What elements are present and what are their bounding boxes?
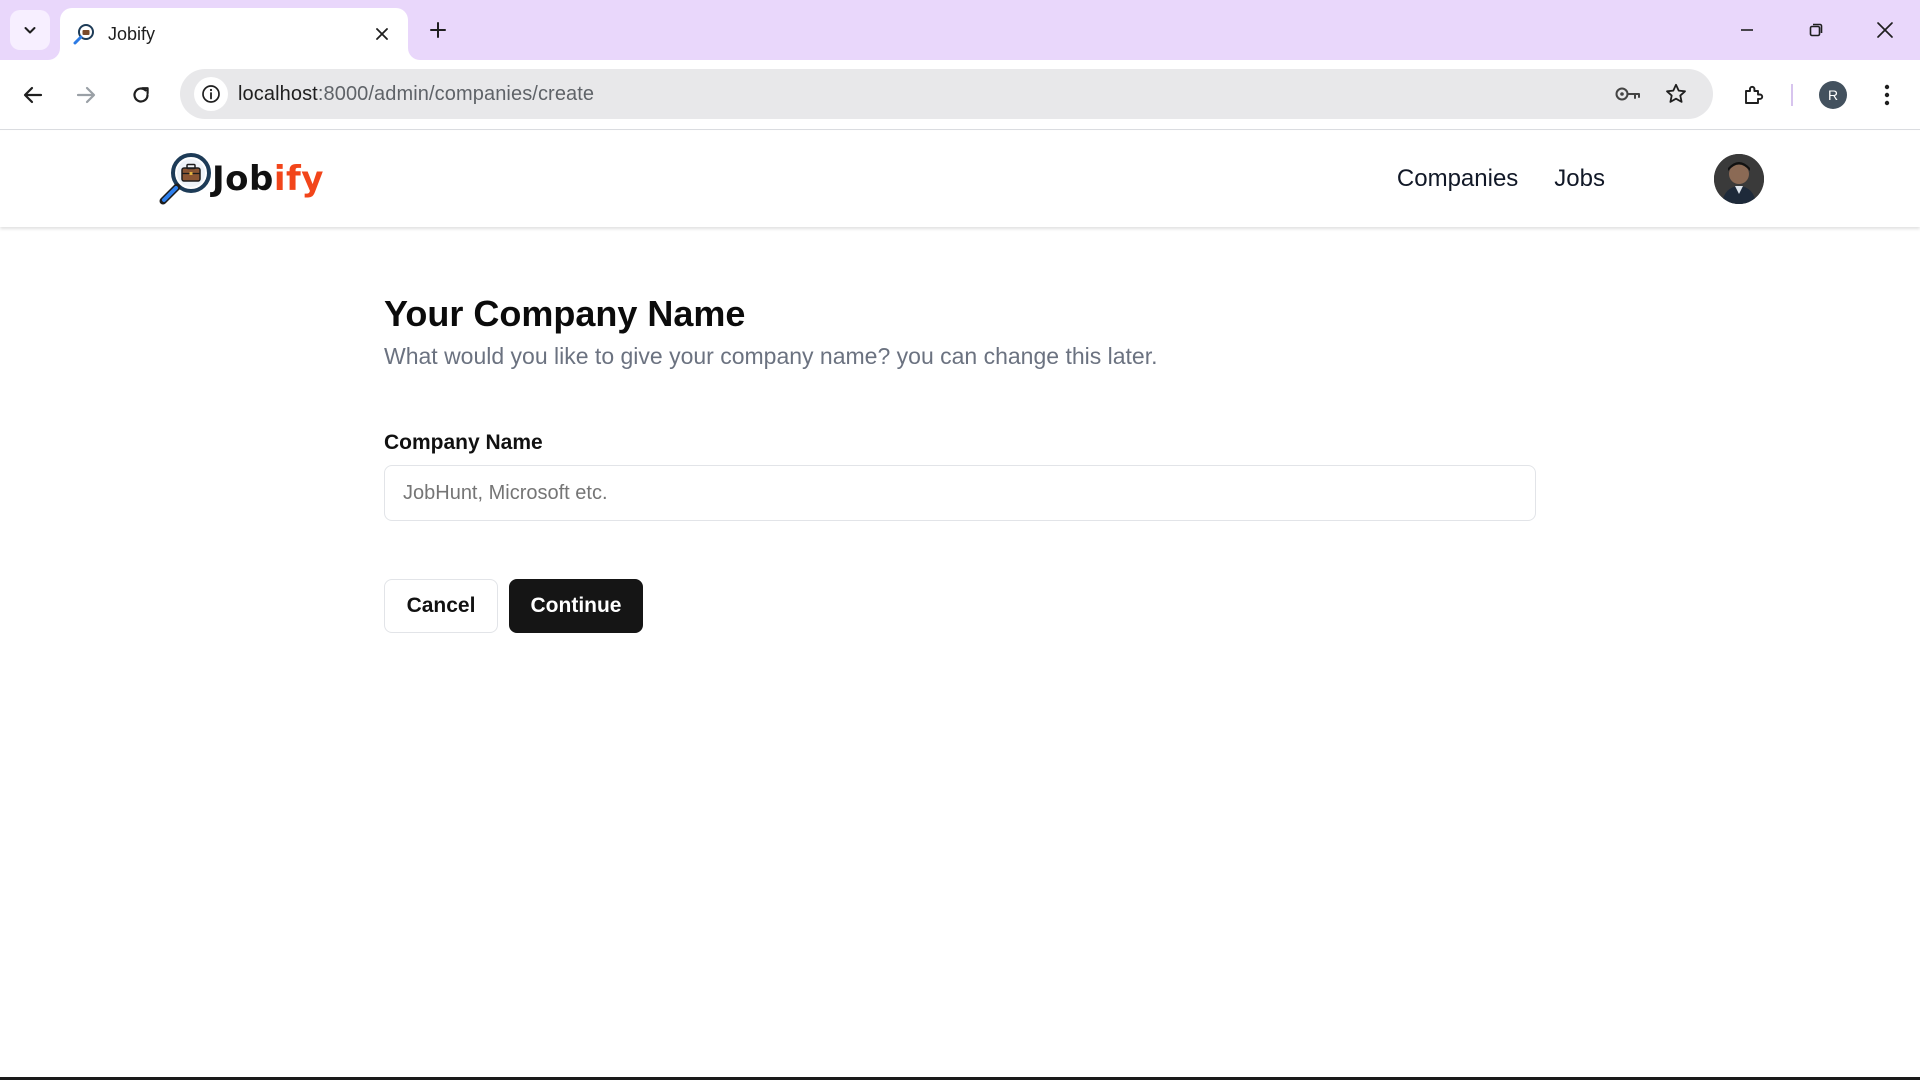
browser-tab-active[interactable]: Jobify xyxy=(60,8,408,60)
tab-search-button[interactable] xyxy=(10,10,50,50)
url-text: localhost:8000/admin/companies/create xyxy=(238,83,594,106)
page-title: Your Company Name xyxy=(384,293,746,334)
logo-text-suffix: ify xyxy=(273,159,324,199)
close-icon[interactable] xyxy=(370,22,394,46)
page-subtitle: What would you like to give your company… xyxy=(384,343,1158,369)
magnifier-favicon-icon xyxy=(72,22,96,46)
minimize-icon xyxy=(1741,29,1753,31)
arrow-left-icon xyxy=(23,86,43,104)
menu-button[interactable] xyxy=(1867,75,1907,115)
main-nav: Companies Jobs xyxy=(1397,131,1605,227)
nav-link-jobs[interactable]: Jobs xyxy=(1554,165,1605,193)
tab-title: Jobify xyxy=(108,23,156,44)
site-info-icon[interactable] xyxy=(194,77,228,111)
company-name-label: Company Name xyxy=(384,431,543,454)
magnifier-briefcase-logo-icon xyxy=(159,153,211,205)
url-host: localhost xyxy=(238,82,318,105)
chevron-down-icon xyxy=(24,27,36,34)
close-icon xyxy=(1877,22,1893,38)
site-logo[interactable]: Jobify xyxy=(156,149,324,209)
browser-tabstrip: Jobify xyxy=(0,0,1920,60)
forward-button[interactable] xyxy=(66,75,106,115)
kebab-menu-icon xyxy=(1884,84,1890,106)
restore-button[interactable] xyxy=(1794,10,1838,50)
logo-text-prefix: Job xyxy=(212,159,274,199)
nav-link-companies[interactable]: Companies xyxy=(1397,165,1518,193)
minimize-button[interactable] xyxy=(1725,10,1769,50)
bookmark-star-icon[interactable] xyxy=(1660,78,1692,110)
company-name-input[interactable] xyxy=(384,465,1536,521)
restore-icon xyxy=(1809,23,1823,37)
user-avatar[interactable] xyxy=(1714,154,1764,204)
site-header: Jobify Companies Jobs xyxy=(0,131,1920,227)
plus-icon xyxy=(430,22,446,38)
extensions-button[interactable] xyxy=(1734,75,1774,115)
profile-avatar: R xyxy=(1819,81,1847,109)
reload-icon xyxy=(133,87,149,103)
toolbar-divider xyxy=(1791,84,1793,106)
new-tab-button[interactable] xyxy=(422,14,454,46)
address-bar[interactable]: localhost:8000/admin/companies/create xyxy=(180,69,1713,119)
reload-button[interactable] xyxy=(121,75,161,115)
window-close-button[interactable] xyxy=(1863,10,1907,50)
url-path: :8000/admin/companies/create xyxy=(317,82,595,105)
arrow-right-icon xyxy=(76,86,96,104)
profile-button[interactable]: R xyxy=(1813,75,1853,115)
cancel-button[interactable]: Cancel xyxy=(384,579,498,633)
logo-text: Jobify xyxy=(212,159,324,199)
browser-toolbar: localhost:8000/admin/companies/create R xyxy=(0,60,1920,130)
continue-button[interactable]: Continue xyxy=(509,579,643,633)
back-button[interactable] xyxy=(13,75,53,115)
user-photo-icon xyxy=(1714,154,1764,204)
password-key-icon[interactable] xyxy=(1612,78,1644,110)
puzzle-icon xyxy=(1745,85,1764,104)
